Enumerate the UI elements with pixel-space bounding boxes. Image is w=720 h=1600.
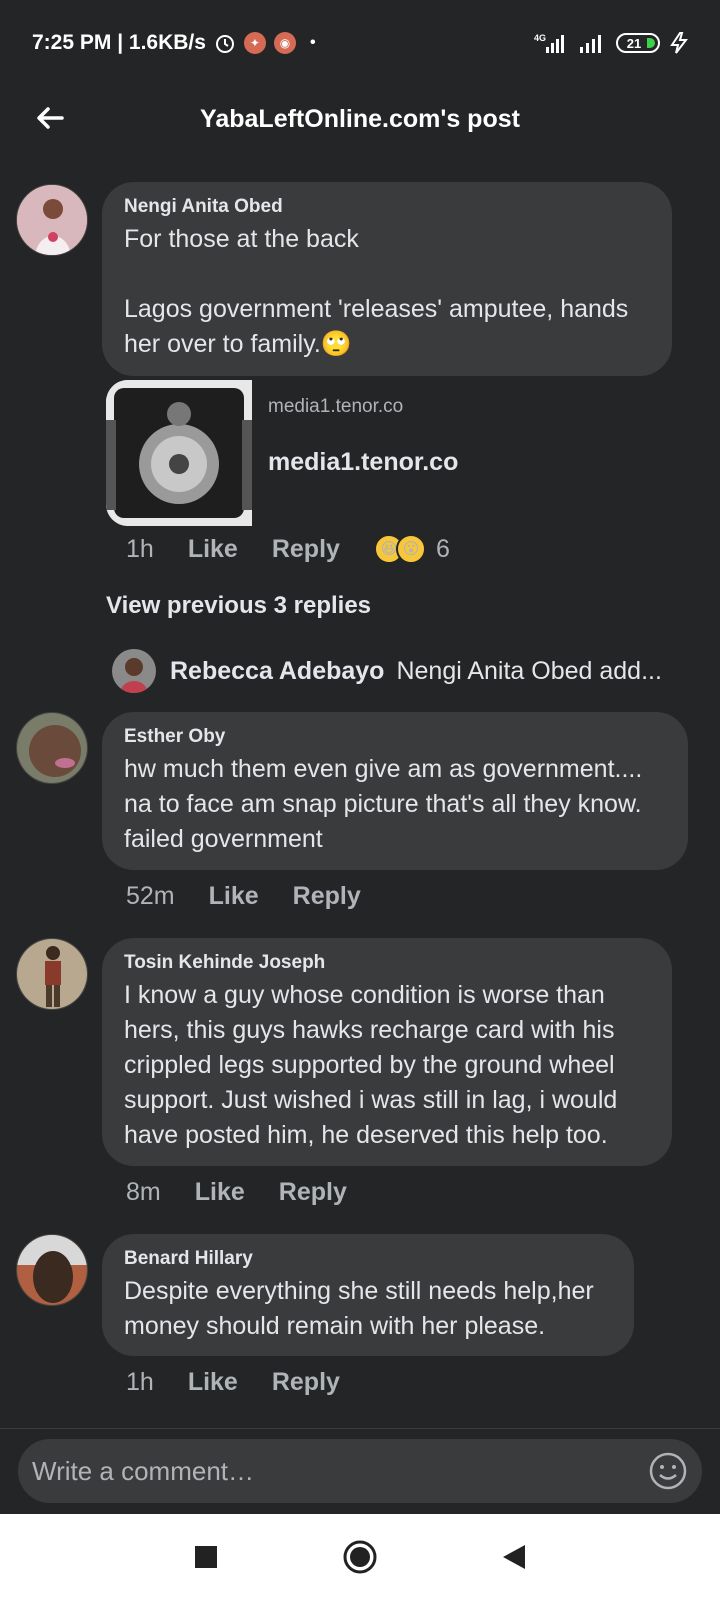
- avatar[interactable]: [16, 1234, 88, 1306]
- avatar[interactable]: [16, 712, 88, 784]
- page-title: YabaLeftOnline.com's post: [200, 104, 520, 133]
- charging-icon: [670, 32, 688, 54]
- reply-snippet: Nengi Anita Obed add...: [396, 656, 662, 685]
- comment-time: 1h: [126, 1368, 154, 1396]
- comment-bubble[interactable]: Nengi Anita Obed For those at the back L…: [102, 182, 672, 376]
- link-preview[interactable]: media1.tenor.co media1.tenor.co: [106, 380, 526, 526]
- whatsapp-notification-icon: ◉: [273, 32, 296, 54]
- comment-author[interactable]: Benard Hillary: [124, 1248, 612, 1270]
- back-triangle-icon: [503, 1545, 525, 1569]
- avatar[interactable]: [16, 938, 88, 1010]
- app-bar: YabaLeftOnline.com's post: [0, 86, 720, 152]
- like-button[interactable]: Like: [195, 1178, 245, 1207]
- like-button[interactable]: Like: [209, 882, 259, 911]
- comment-text: Despite everything she still needs help,…: [124, 1277, 601, 1340]
- view-previous-replies-link[interactable]: View previous 3 replies: [106, 592, 371, 620]
- reply-button[interactable]: Reply: [279, 1178, 347, 1207]
- alarm-icon: [214, 32, 236, 54]
- link-info: media1.tenor.co media1.tenor.co: [252, 380, 474, 526]
- comment-actions: 52m Like Reply: [126, 882, 395, 911]
- comment-time: 8m: [126, 1178, 161, 1206]
- recents-square-icon: [195, 1546, 217, 1568]
- reply-author: Rebecca Adebayo: [170, 656, 385, 685]
- comment-time: 1h: [126, 534, 154, 563]
- status-bar: 7:25 PM | 1.6KB/s ✦ ◉ • 4G 21: [0, 0, 720, 86]
- wow-reaction-icon: 😮: [395, 534, 426, 564]
- comment-text: I know a guy whose condition is worse th…: [124, 981, 625, 1149]
- comment-input[interactable]: [32, 1455, 648, 1487]
- battery-level: 21: [626, 35, 642, 51]
- comment-text: hw much them even give am as government.…: [124, 755, 650, 853]
- reply-button[interactable]: Reply: [272, 535, 340, 564]
- reply-preview[interactable]: Rebecca Adebayo Nengi Anita Obed add...: [112, 646, 692, 696]
- avatar[interactable]: [16, 184, 88, 256]
- more-notifications-dot: •: [309, 34, 316, 51]
- back-button[interactable]: [28, 96, 72, 140]
- comment-actions: 1h Like Reply: [126, 1368, 374, 1397]
- link-thumbnail: [106, 380, 252, 526]
- recents-button[interactable]: [184, 1535, 228, 1579]
- twitter-notification-icon: ✦: [243, 32, 266, 54]
- status-left: 7:25 PM | 1.6KB/s ✦ ◉ •: [32, 31, 316, 55]
- comment-text: For those at the back Lagos government '…: [124, 225, 629, 358]
- like-button[interactable]: Like: [188, 1368, 238, 1397]
- comment-author[interactable]: Tosin Kehinde Joseph: [124, 952, 650, 974]
- reactions[interactable]: 😆 😮: [373, 534, 426, 564]
- comment-bubble[interactable]: Esther Oby hw much them even give am as …: [102, 712, 688, 870]
- link-domain-small: media1.tenor.co: [268, 396, 404, 417]
- home-button[interactable]: [338, 1535, 382, 1579]
- svg-text:4G: 4G: [534, 33, 546, 43]
- system-back-button[interactable]: [492, 1535, 536, 1579]
- comment-bubble[interactable]: Benard Hillary Despite everything she st…: [102, 1234, 634, 1356]
- battery-icon: 21: [616, 33, 660, 53]
- comment-actions: 1h Like Reply 😆 😮 6: [126, 534, 450, 564]
- smiley-icon[interactable]: [648, 1451, 688, 1491]
- status-right: 4G 21: [534, 32, 688, 54]
- signal-icon-2: [578, 32, 606, 54]
- avatar: [112, 649, 156, 693]
- status-time-speed: 7:25 PM | 1.6KB/s: [32, 31, 206, 54]
- arrow-left-icon: [37, 107, 64, 129]
- home-circle-icon: [343, 1540, 377, 1574]
- signal-icon: 4G: [534, 32, 568, 54]
- comment-composer-bar: [0, 1428, 720, 1514]
- comment-time: 52m: [126, 882, 175, 910]
- comment-actions: 8m Like Reply: [126, 1178, 381, 1207]
- comment-bubble[interactable]: Tosin Kehinde Joseph I know a guy whose …: [102, 938, 672, 1166]
- link-domain-title: media1.tenor.co: [268, 448, 459, 476]
- system-nav-bar: [0, 1514, 720, 1600]
- comment-author[interactable]: Nengi Anita Obed: [124, 196, 650, 218]
- reply-button[interactable]: Reply: [293, 882, 361, 911]
- reaction-count: 6: [435, 534, 450, 563]
- comment-author[interactable]: Esther Oby: [124, 726, 666, 748]
- comment-composer[interactable]: [18, 1439, 702, 1503]
- reply-button[interactable]: Reply: [272, 1368, 340, 1397]
- like-button[interactable]: Like: [188, 535, 238, 564]
- comments-list[interactable]: Nengi Anita Obed For those at the back L…: [0, 152, 720, 1428]
